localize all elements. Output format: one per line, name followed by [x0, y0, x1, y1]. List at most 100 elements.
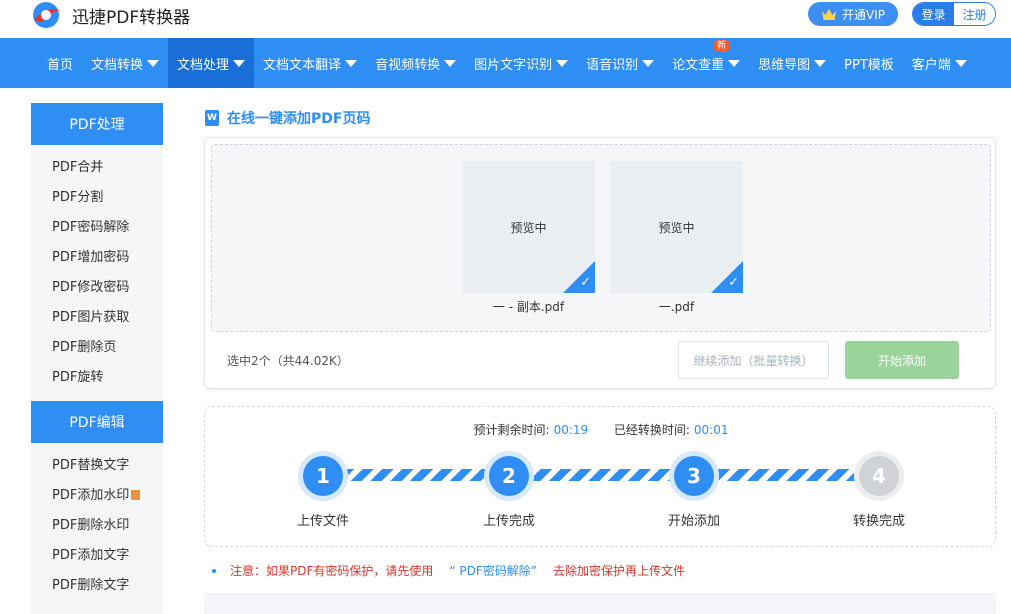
step-1-circle: 1: [298, 451, 348, 501]
sidebar: PDF处理 PDF合并 PDF分割 PDF密码解除 PDF增加密码 PDF修改密…: [31, 103, 163, 614]
step-3-label: 开始添加: [667, 514, 720, 529]
nav-label: 思维导图: [758, 57, 811, 73]
nav-label: 语音识别: [586, 57, 639, 73]
sidebar-item-pdf-add-watermark[interactable]: PDF添加水印: [31, 481, 163, 511]
remaining-time-value: 00:19: [553, 423, 589, 437]
register-button[interactable]: 注册: [954, 3, 995, 25]
preview-text: 预览中: [658, 220, 695, 235]
sidebar-item-pdf-merge[interactable]: PDF合并: [31, 153, 163, 183]
upload-panel: 预览中 ✓ 一 - 副本.pdf 预览中 ✓ 一.pdf 选中2个（共44.02…: [204, 137, 996, 389]
nav-doc-process[interactable]: 文档处理: [168, 38, 255, 88]
sidebar-item-pdf-add-password[interactable]: PDF增加密码: [31, 243, 163, 273]
checkmark-icon: ✓: [580, 275, 591, 290]
file-thumbnail[interactable]: 预览中 ✓: [610, 161, 743, 293]
nav-client[interactable]: 客户端: [903, 38, 976, 88]
nav-ppt-template[interactable]: PPT模板: [835, 38, 903, 88]
nav-home[interactable]: 首页: [38, 38, 82, 88]
caret-down-icon: [444, 59, 457, 67]
sidebar-group-pdf-edit[interactable]: PDF编辑: [31, 401, 163, 443]
step-2-label: 上传完成: [482, 514, 535, 529]
sidebar-item-label: PDF添加水印: [52, 488, 130, 503]
caret-down-icon: [642, 59, 655, 67]
elapsed-time-value: 00:01: [693, 423, 729, 437]
nav-label: 图片文字识别: [474, 57, 553, 73]
caret-down-icon: [814, 59, 827, 67]
new-badge: 新: [714, 40, 730, 52]
caret-down-icon: [147, 59, 160, 67]
sidebar-item-pdf-delete-text[interactable]: PDF删除文字: [31, 571, 163, 601]
nav-label: 文档文本翻译: [263, 57, 342, 73]
main-nav: 首页 文档转换 文档处理 文档文本翻译 音视频转换 图片文字识别 语音识别 论文…: [0, 38, 1011, 88]
vip-label: 开通VIP: [842, 7, 885, 22]
progress-panel: 预计剩余时间: 00:19 已经转换时间: 00:01 1 2 3 4 上传文件 上…: [204, 406, 996, 547]
step-2-circle: 2: [484, 451, 534, 501]
notice-prefix: 注意：如果PDF有密码保护，请先使用: [230, 564, 434, 578]
notice-suffix: 去除加密保护再上传文件: [553, 564, 686, 578]
brand-logo-icon[interactable]: [30, 0, 64, 30]
nav-label: 文档处理: [177, 57, 230, 73]
step-4-circle: 4: [854, 451, 904, 501]
start-add-button[interactable]: 开始添加: [845, 341, 959, 379]
nav-mindmap[interactable]: 思维导图: [749, 38, 835, 88]
sidebar-item-pdf-unlock[interactable]: PDF密码解除: [31, 213, 163, 243]
sidebar-item-pdf-split[interactable]: PDF分割: [31, 183, 163, 213]
nav-doc-convert[interactable]: 文档转换: [82, 38, 168, 88]
nav-plagiarism[interactable]: 论文查重 新: [663, 38, 749, 88]
sidebar-item-pdf-rotate[interactable]: PDF旋转: [31, 363, 163, 393]
step-number: 2: [489, 456, 529, 496]
nav-label: 音视频转换: [375, 57, 441, 73]
login-button[interactable]: 登录: [913, 3, 954, 25]
bullet-dot: [212, 568, 216, 573]
sidebar-list-edit: PDF替换文字 PDF添加水印 PDF删除水印 PDF添加文字 PDF删除文字: [31, 443, 163, 609]
sidebar-item-pdf-add-text[interactable]: PDF添加文字: [31, 541, 163, 571]
nav-speech[interactable]: 语音识别: [577, 38, 663, 88]
crown-icon: [822, 8, 836, 20]
nav-label: 首页: [47, 57, 74, 73]
step-3-circle: 3: [669, 451, 719, 501]
step-number: 3: [674, 456, 714, 496]
sidebar-item-pdf-change-password[interactable]: PDF修改密码: [31, 273, 163, 303]
sidebar-item-pdf-extract-images[interactable]: PDF图片获取: [31, 303, 163, 333]
time-row: 预计剩余时间: 00:19 已经转换时间: 00:01: [205, 421, 997, 438]
remaining-time-label: 预计剩余时间:: [473, 423, 550, 437]
file-thumbnail[interactable]: 预览中 ✓: [462, 161, 595, 293]
caret-down-icon: [954, 59, 967, 67]
selected-count: 选中2个（共44.02K）: [227, 354, 349, 368]
nav-doc-translate[interactable]: 文档文本翻译: [254, 38, 366, 88]
continue-add-button[interactable]: 继续添加（批量转换）: [678, 341, 829, 379]
section-title: W 在线一键添加PDF页码: [205, 108, 370, 128]
bookmark-icon: [131, 490, 141, 500]
auth-buttons: 登录 注册: [912, 2, 996, 26]
open-vip-button[interactable]: 开通VIP: [808, 2, 898, 26]
file-name: 一 - 副本.pdf: [492, 300, 565, 314]
sidebar-item-pdf-delete-page[interactable]: PDF删除页: [31, 333, 163, 363]
step-1-label: 上传文件: [296, 514, 349, 529]
step-4-label: 转换完成: [852, 514, 905, 529]
brand-name[interactable]: 迅捷PDF转换器: [72, 3, 190, 28]
preview-text: 预览中: [510, 220, 547, 235]
sidebar-item-pdf-replace-text[interactable]: PDF替换文字: [31, 451, 163, 481]
step-number: 1: [303, 456, 343, 496]
notice: 注意：如果PDF有密码保护，请先使用 “ PDF密码解除” 去除加密保护再上传文…: [212, 562, 685, 579]
page-title: 在线一键添加PDF页码: [227, 111, 371, 127]
nav-ocr[interactable]: 图片文字识别: [465, 38, 577, 88]
file-card[interactable]: 预览中 ✓ 一.pdf: [610, 161, 743, 315]
elapsed-time-label: 已经转换时间:: [613, 423, 690, 437]
caret-down-icon: [233, 59, 246, 67]
file-dropzone[interactable]: 预览中 ✓ 一 - 副本.pdf 预览中 ✓ 一.pdf: [211, 144, 991, 332]
progress-bar: [323, 469, 879, 481]
checkmark-icon: ✓: [728, 275, 739, 290]
sidebar-list-process: PDF合并 PDF分割 PDF密码解除 PDF增加密码 PDF修改密码 PDF图…: [31, 145, 163, 401]
nav-av-convert[interactable]: 音视频转换: [366, 38, 465, 88]
caret-down-icon: [728, 59, 741, 67]
file-card[interactable]: 预览中 ✓ 一 - 副本.pdf: [462, 161, 595, 315]
nav-label: 文档转换: [91, 57, 144, 73]
sidebar-item-pdf-remove-watermark[interactable]: PDF删除水印: [31, 511, 163, 541]
caret-down-icon: [345, 59, 358, 67]
sidebar-group-pdf-process[interactable]: PDF处理: [31, 103, 163, 145]
nav-label: PPT模板: [844, 57, 894, 73]
nav-label: 客户端: [911, 57, 951, 73]
caret-down-icon: [556, 59, 569, 67]
pdf-unlock-link[interactable]: “ PDF密码解除”: [449, 562, 537, 579]
word-doc-icon: W: [205, 110, 219, 126]
